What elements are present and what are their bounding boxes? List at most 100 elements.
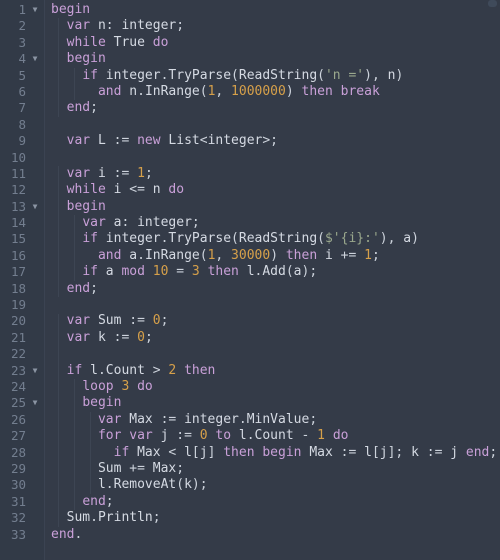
code-editor[interactable]: 1 ▼ begin 2 var n: integer; 3 while True do 4… <box>0 0 500 560</box>
code-line[interactable]: 22 <box>0 346 500 362</box>
token-id <box>51 379 82 394</box>
code-line[interactable]: 3 while True do <box>0 35 500 51</box>
code-line[interactable]: 10 <box>0 150 500 166</box>
code-line[interactable]: 11 var i := 1; <box>0 166 500 182</box>
code-line[interactable]: 14 var a: integer; <box>0 215 500 231</box>
code-line[interactable]: 7 end; <box>0 100 500 116</box>
code-line[interactable]: 20 var Sum := 0; <box>0 313 500 329</box>
token-id: l <box>176 444 192 460</box>
token-punc: , <box>215 83 232 99</box>
token-punc: ]; <box>387 444 412 460</box>
code-line[interactable]: 6 and n.InRange(1, 1000000) then break <box>0 84 500 100</box>
line-number: 27 <box>10 428 26 444</box>
vertical-scrollbar-thumb[interactable] <box>488 0 497 7</box>
code-line[interactable]: 24 loop 3 do <box>0 379 500 395</box>
code-line[interactable]: 30 l.RemoveAt(k); <box>0 477 500 493</box>
token-op: += <box>129 460 145 476</box>
code-line[interactable]: 8 <box>0 117 500 133</box>
token-kw: if <box>66 362 83 378</box>
code-line[interactable]: 9 var L := new List<integer>; <box>0 133 500 149</box>
line-number: 31 <box>10 493 26 509</box>
token-id <box>51 313 67 328</box>
fold-toggle-icon[interactable]: ▼ <box>30 395 40 411</box>
token-punc: , <box>215 247 232 263</box>
code-line[interactable]: 2 var n: integer; <box>0 18 500 34</box>
token-num: 0 <box>199 428 208 444</box>
token-op: <= <box>129 182 145 198</box>
code-line[interactable]: 28 if Max < l[j] then begin Max := l[j];… <box>0 445 500 461</box>
token-id: Sum <box>90 313 130 329</box>
token-id <box>129 330 137 345</box>
token-num: 1000000 <box>231 83 286 99</box>
token-id: integer <box>121 18 177 34</box>
token-punc: ( <box>317 231 325 247</box>
token-punc: ) <box>285 83 302 99</box>
fold-toggle-icon[interactable]: ▼ <box>30 2 40 18</box>
line-number: 16 <box>10 247 26 263</box>
code-line[interactable]: 31 end; <box>0 494 500 510</box>
token-op: := <box>113 133 130 149</box>
code-line-text: if integer.TryParse(ReadString($'{i}:'),… <box>51 231 419 247</box>
code-line[interactable]: 1 ▼ begin <box>0 2 500 18</box>
code-line[interactable]: 15 if integer.TryParse(ReadString($'{i}:… <box>0 231 500 247</box>
code-line-text: Sum += Max; <box>51 461 184 477</box>
token-kw: and <box>97 247 122 263</box>
code-line[interactable]: 23 ▼ if l.Count > 2 then <box>0 363 500 379</box>
code-line-text: l.RemoveAt(k); <box>51 477 208 493</box>
code-line[interactable]: 4 ▼ begin <box>0 51 500 67</box>
fold-toggle-icon[interactable]: ▼ <box>30 363 40 379</box>
code-line[interactable]: 26 var Max := integer.MinValue; <box>0 412 500 428</box>
line-number: 3 <box>18 34 26 50</box>
token-id: j <box>379 444 388 460</box>
token-punc: ; <box>176 460 185 476</box>
token-punc: . <box>97 362 106 378</box>
code-line[interactable]: 13 ▼ begin <box>0 199 500 215</box>
token-id: integer <box>97 67 161 83</box>
fold-toggle-icon[interactable]: ▼ <box>30 199 40 215</box>
code-line[interactable]: 21 var k := 0; <box>0 330 500 346</box>
token-punc: [ <box>371 444 380 460</box>
code-line[interactable]: 32 Sum.Println; <box>0 510 500 526</box>
code-line[interactable]: 33 end. <box>0 527 500 543</box>
token-kw: var <box>66 18 91 34</box>
line-number: 8 <box>18 116 26 132</box>
token-id <box>184 264 192 279</box>
code-line[interactable]: 29 Sum += Max; <box>0 461 500 477</box>
token-num: 1 <box>364 247 372 263</box>
token-id: Sum <box>51 460 130 476</box>
code-line[interactable]: 25 ▼ begin <box>0 395 500 411</box>
token-kw: if <box>82 264 98 280</box>
token-op: := <box>176 428 192 444</box>
token-id: a <box>403 231 412 247</box>
token-op: > <box>152 362 161 378</box>
token-punc: ( <box>176 477 185 493</box>
token-id <box>356 248 364 263</box>
token-punc: ), <box>364 67 388 83</box>
code-text-area[interactable]: 1 ▼ begin 2 var n: integer; 3 while True do 4… <box>0 2 500 543</box>
code-line[interactable]: 27 for var j := 0 to l.Count - 1 do <box>0 428 500 444</box>
token-id <box>325 428 333 443</box>
code-line-text: while True do <box>51 34 169 51</box>
token-kw: end <box>465 444 490 460</box>
token-punc: ; <box>90 100 98 116</box>
code-line[interactable]: 5 if integer.TryParse(ReadString('n ='),… <box>0 68 500 84</box>
token-id: integer <box>176 411 239 427</box>
token-punc: ; <box>90 280 98 296</box>
code-line-text: end. <box>51 527 82 543</box>
token-str: 'n =' <box>324 67 365 83</box>
code-line[interactable]: 19 <box>0 297 500 313</box>
code-line[interactable]: 12 while i <= n do <box>0 182 500 198</box>
line-number: 17 <box>10 264 26 280</box>
token-id: True <box>105 34 153 50</box>
token-op: += <box>340 247 357 263</box>
code-line[interactable]: 16 and a.InRange(1, 30000) then i += 1; <box>0 248 500 264</box>
fold-toggle-icon[interactable]: ▼ <box>30 51 40 67</box>
line-number: 19 <box>10 297 26 313</box>
token-kw: end <box>66 280 91 296</box>
token-id: l <box>231 428 247 444</box>
token-kw: while <box>66 34 106 50</box>
token-kw: do <box>168 182 185 198</box>
code-line[interactable]: 18 end; <box>0 281 500 297</box>
token-id <box>176 363 184 378</box>
code-line[interactable]: 17 if a mod 10 = 3 then l.Add(a); <box>0 264 500 280</box>
